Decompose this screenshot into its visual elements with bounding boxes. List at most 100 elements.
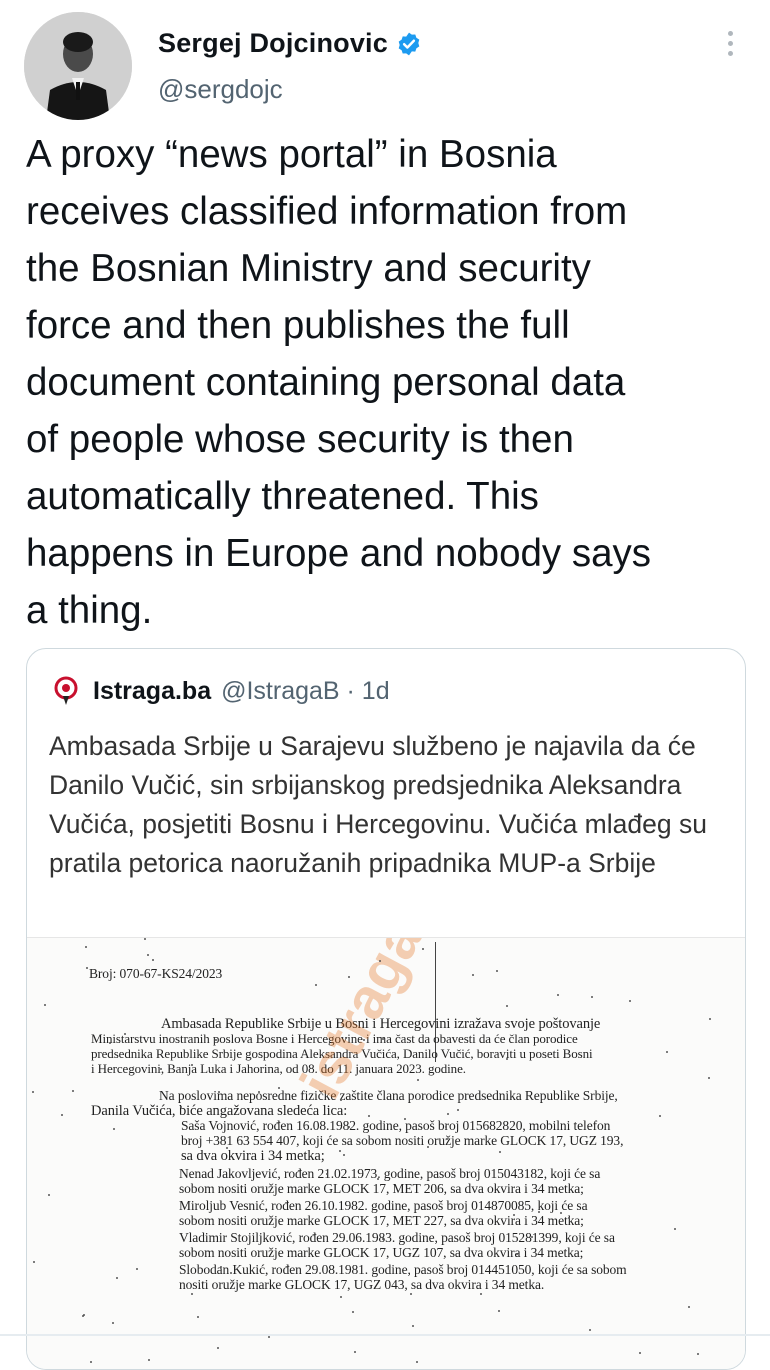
scan-speck bbox=[568, 1217, 570, 1219]
scan-speck bbox=[315, 984, 317, 986]
scan-speck bbox=[446, 1138, 448, 1140]
scan-speck bbox=[382, 1038, 384, 1040]
scan-speck bbox=[345, 1037, 347, 1039]
scan-speck bbox=[90, 1361, 92, 1363]
scan-speck bbox=[226, 1147, 228, 1149]
document-line: Miroljub Vesnić, rođen 26.10.1982. godin… bbox=[179, 1198, 588, 1213]
scan-speck bbox=[85, 946, 87, 948]
scan-speck bbox=[506, 1058, 508, 1060]
document-line: broj +381 63 554 407, koji će sa sobom n… bbox=[181, 1133, 624, 1148]
scan-speck bbox=[82, 1315, 84, 1317]
scan-speck bbox=[354, 1351, 356, 1353]
scan-speck bbox=[404, 1118, 406, 1120]
document-line: sobom nositi oružje marke GLOCK 17, MET … bbox=[179, 1181, 584, 1196]
document-line: Slobodan Kukić, rođen 29.08.1981. godine… bbox=[179, 1262, 627, 1277]
document-line: sa dva okvira i 34 metka; bbox=[181, 1148, 325, 1164]
scan-speck bbox=[116, 1277, 118, 1279]
scan-speck bbox=[427, 1146, 429, 1148]
scan-speck bbox=[639, 1352, 641, 1354]
scan-speck bbox=[368, 1115, 370, 1117]
scan-speck bbox=[382, 1238, 384, 1240]
author-name[interactable]: Sergej Dojcinovic bbox=[158, 28, 388, 59]
document-line: Na poslovima neposredne fizičke zaštite … bbox=[159, 1088, 618, 1103]
scan-speck bbox=[191, 1064, 193, 1066]
document-line: Nenad Jakovljević, rođen 21.02.1973. god… bbox=[179, 1166, 601, 1181]
divider bbox=[0, 1334, 770, 1336]
scan-speck bbox=[152, 959, 154, 961]
verified-badge-icon bbox=[398, 32, 420, 55]
author-handle[interactable]: @sergdojc bbox=[158, 74, 283, 105]
scan-speck bbox=[674, 1228, 676, 1230]
scan-speck bbox=[215, 1039, 217, 1041]
scan-speck bbox=[148, 1359, 150, 1361]
scan-speck bbox=[348, 976, 350, 978]
scan-speck bbox=[349, 1254, 351, 1256]
scan-speck bbox=[33, 1261, 35, 1263]
scan-speck bbox=[557, 994, 559, 996]
scan-speck bbox=[160, 1068, 162, 1070]
scan-speck bbox=[112, 1322, 114, 1324]
quoted-author-handle[interactable]: @IstragaB · 1d bbox=[221, 677, 390, 706]
document-ref: Broj: 070-67-KS24/2023 bbox=[89, 966, 223, 981]
scan-speck bbox=[377, 1178, 379, 1180]
author-row: Sergej Dojcinovic bbox=[158, 28, 422, 59]
tweet-text: A proxy “news portal” in Bosnia receives… bbox=[26, 133, 652, 632]
scan-speck bbox=[538, 1211, 540, 1213]
scan-speck bbox=[531, 1236, 533, 1238]
scan-speck bbox=[379, 960, 381, 962]
scan-speck bbox=[445, 1126, 447, 1128]
scan-speck bbox=[136, 1268, 138, 1270]
document-line: sobom nositi oružje marke GLOCK 17, UGZ … bbox=[179, 1245, 584, 1260]
document-line: sobom nositi oružje marke GLOCK 17, MET … bbox=[179, 1213, 584, 1228]
scan-speck bbox=[72, 1090, 74, 1092]
scan-speck bbox=[591, 996, 593, 998]
scan-speck bbox=[268, 1336, 270, 1338]
scan-speck bbox=[113, 1128, 115, 1130]
scan-speck bbox=[496, 970, 498, 972]
scan-speck bbox=[348, 1126, 350, 1128]
tweet: Sergej Dojcinovic @sergdojc A proxy “new… bbox=[0, 0, 770, 1370]
scan-speck bbox=[629, 1000, 631, 1002]
scan-speck bbox=[197, 1316, 199, 1318]
scan-speck bbox=[217, 1347, 219, 1349]
scan-speck bbox=[363, 1039, 365, 1041]
quoted-tweet-text: Ambasada Srbije u Sarajevu službeno je n… bbox=[49, 731, 707, 878]
scan-speck bbox=[708, 1077, 710, 1079]
scan-speck bbox=[147, 954, 149, 956]
scan-speck bbox=[697, 1353, 699, 1355]
scan-speck bbox=[191, 1293, 193, 1295]
document-line: Vladimir Stojiljković, rođen 29.06.1983.… bbox=[179, 1230, 615, 1245]
scan-speck bbox=[230, 1272, 232, 1274]
scan-speck bbox=[447, 1113, 449, 1115]
scan-speck bbox=[343, 1154, 345, 1156]
document-line: Saša Vojnović, rođen 16.08.1982. godine,… bbox=[181, 1118, 611, 1133]
scan-speck bbox=[352, 1311, 354, 1313]
vertical-ellipsis-icon[interactable] bbox=[718, 26, 742, 62]
scan-speck bbox=[86, 967, 88, 969]
scan-speck bbox=[472, 974, 474, 976]
document-line: i Hercegovini, Banja Luka i Jahorina, od… bbox=[91, 1061, 466, 1076]
scan-speck bbox=[326, 1173, 328, 1175]
scan-speck bbox=[220, 1266, 222, 1268]
scan-speck bbox=[339, 1150, 341, 1152]
quoted-tweet[interactable]: Istraga.ba @IstragaB · 1d Ambasada Srbij… bbox=[26, 648, 746, 1370]
scan-speck bbox=[278, 1087, 280, 1089]
scan-speck bbox=[422, 948, 424, 950]
scan-speck bbox=[416, 1361, 418, 1363]
scan-speck bbox=[180, 1106, 182, 1108]
scan-speck bbox=[340, 1099, 342, 1101]
avatar[interactable] bbox=[24, 12, 132, 120]
scan-speck bbox=[340, 1296, 342, 1298]
scan-speck bbox=[516, 1253, 518, 1255]
scan-speck bbox=[560, 1212, 562, 1214]
scan-speck bbox=[109, 1042, 111, 1044]
istraga-logo-icon bbox=[54, 676, 78, 705]
scan-speck bbox=[666, 1051, 668, 1053]
scan-speck bbox=[258, 1091, 260, 1093]
quoted-author-name[interactable]: Istraga.ba bbox=[93, 677, 211, 706]
scan-speck bbox=[412, 1325, 414, 1327]
document-image[interactable]: Broj: 070-67-KS24/2023 Ambasada Republik… bbox=[27, 937, 745, 1369]
scan-speck bbox=[124, 1033, 126, 1035]
scan-speck bbox=[480, 1293, 482, 1295]
scan-speck bbox=[144, 938, 146, 940]
